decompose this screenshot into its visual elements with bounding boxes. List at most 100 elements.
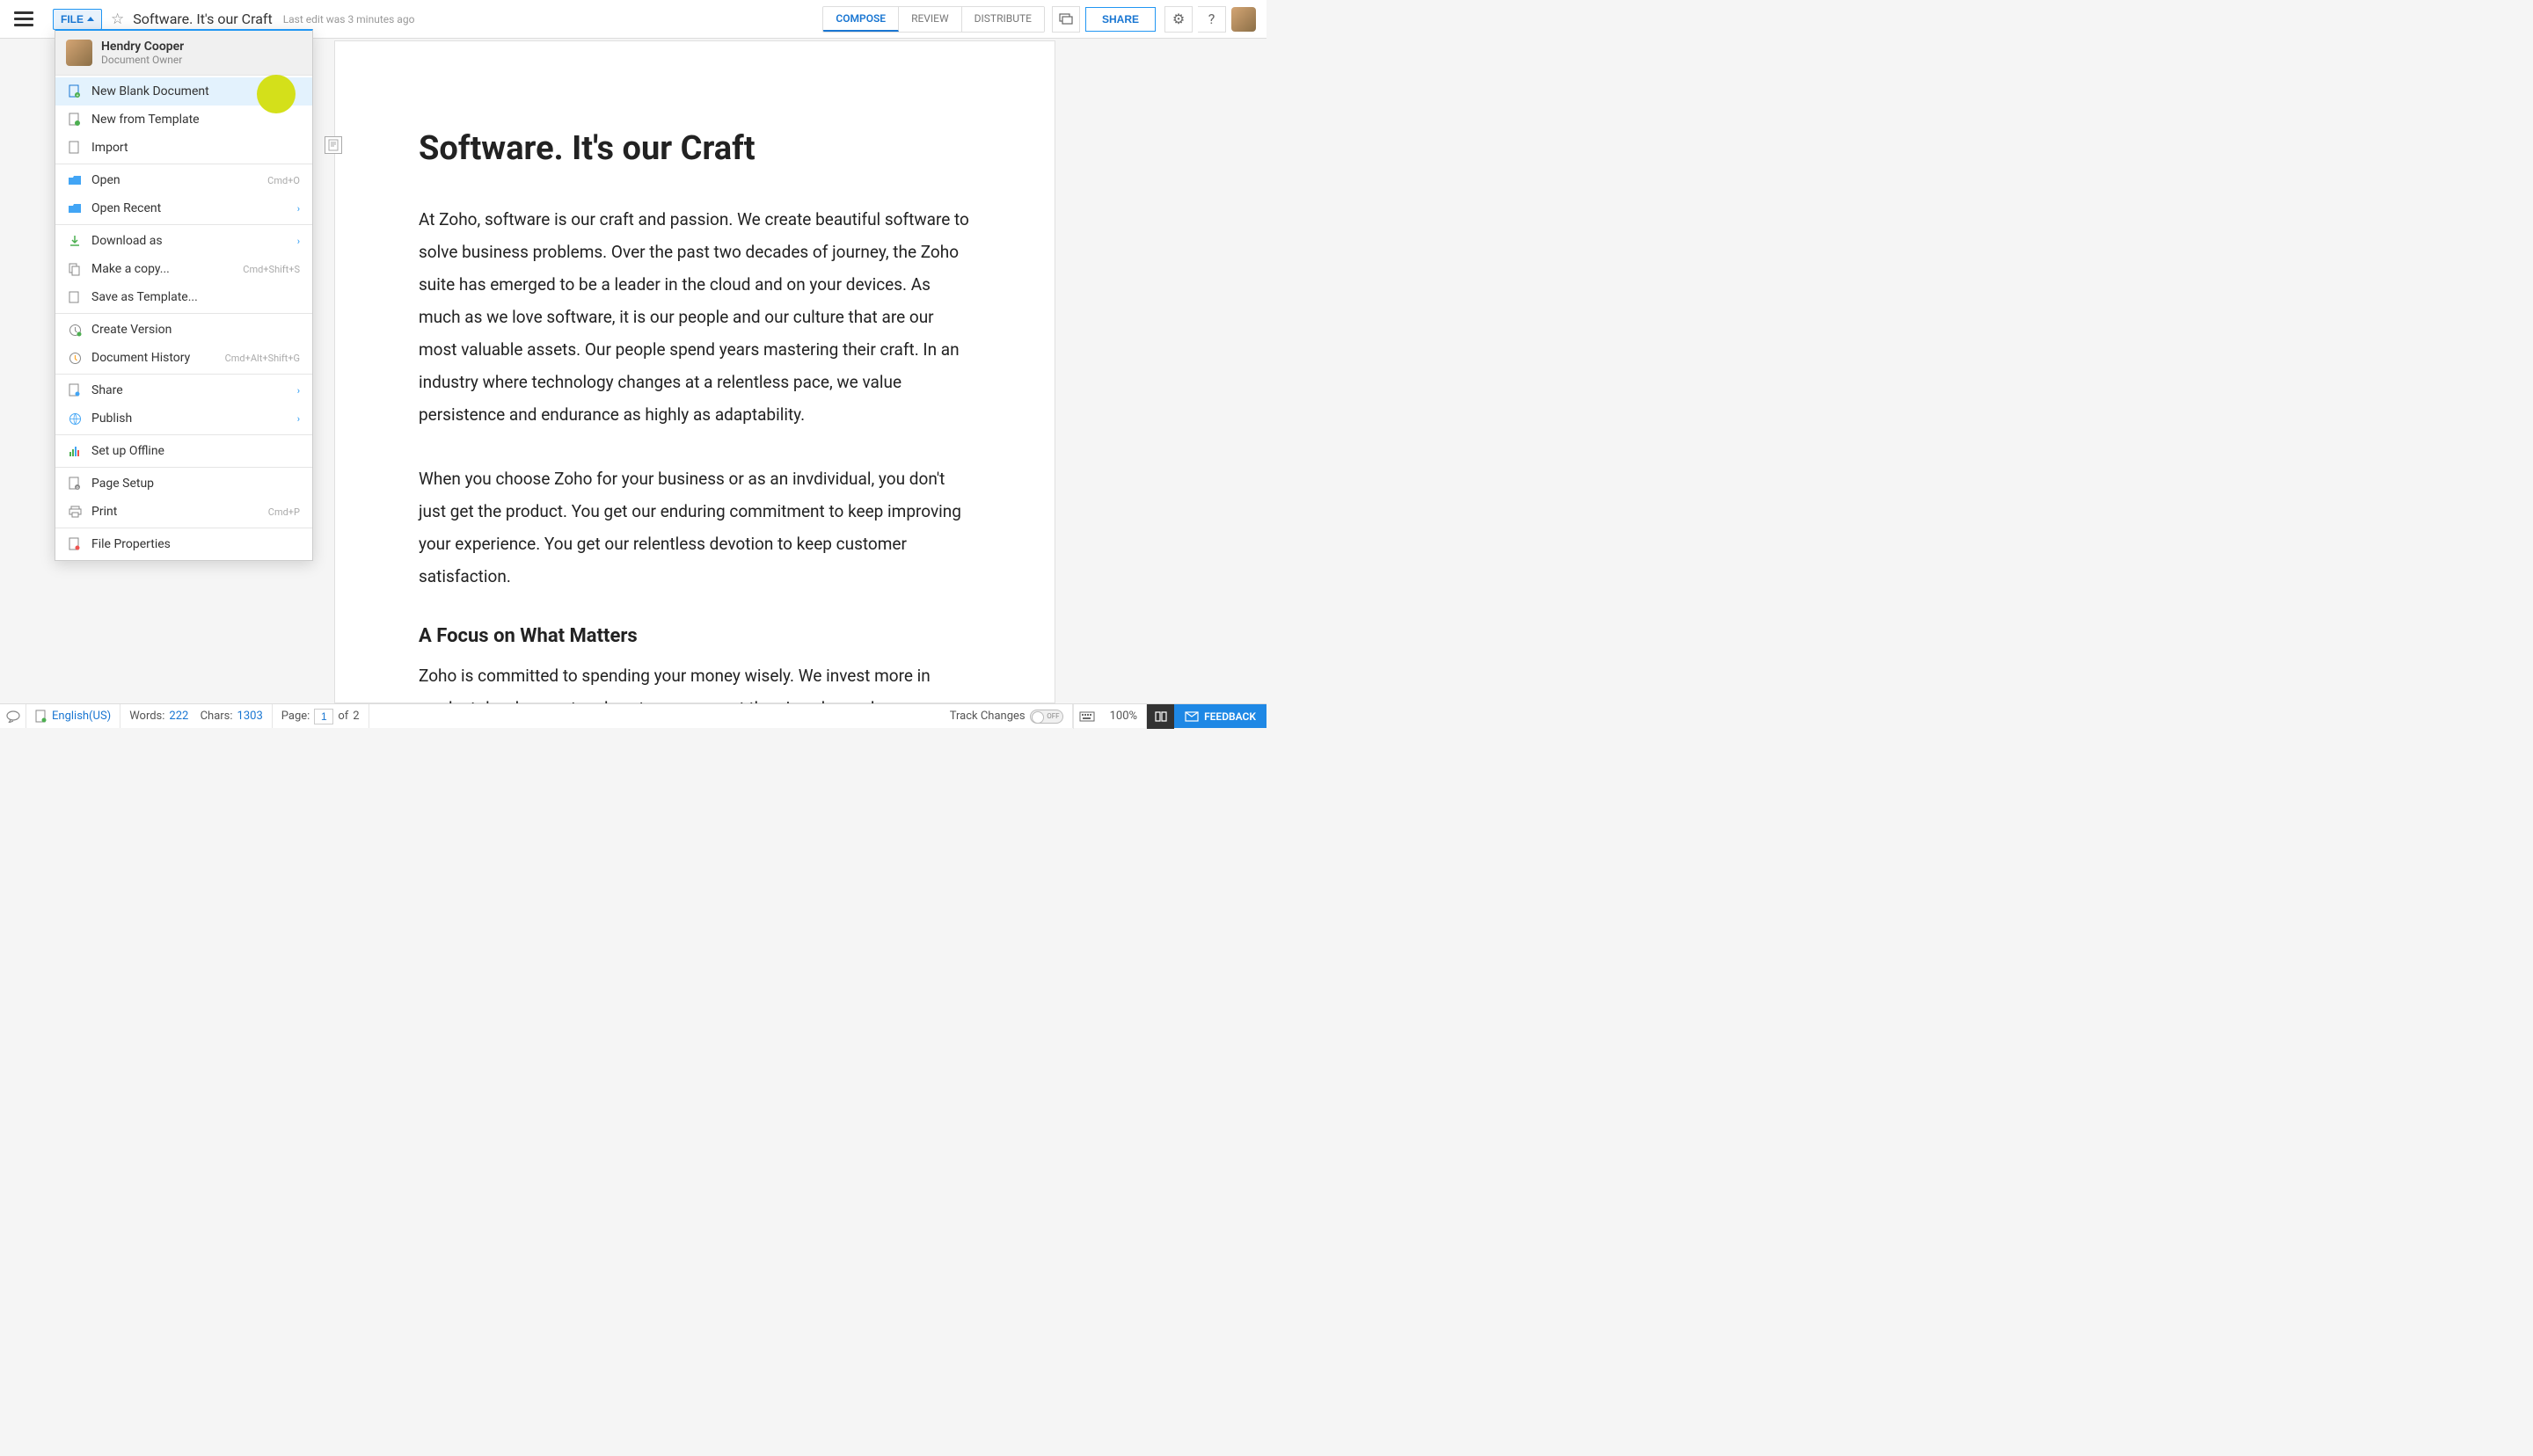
page-label: Page: bbox=[281, 710, 310, 723]
print-icon bbox=[68, 505, 82, 519]
shortcut: Cmd+Shift+S bbox=[243, 264, 300, 275]
menu-item-label: Share bbox=[91, 383, 123, 397]
menu-import[interactable]: Import bbox=[55, 134, 312, 162]
shortcut: Cmd+P bbox=[268, 506, 300, 518]
page-total: 2 bbox=[353, 710, 359, 723]
menu-item-label: New Blank Document bbox=[91, 84, 209, 98]
menu-item-label: Print bbox=[91, 505, 117, 519]
menu-make-copy[interactable]: Make a copy... Cmd+Shift+S bbox=[55, 255, 312, 283]
menu-publish[interactable]: Publish › bbox=[55, 404, 312, 433]
menu-item-label: Publish bbox=[91, 411, 132, 426]
menu-item-label: Import bbox=[91, 141, 128, 155]
menu-item-label: Open Recent bbox=[91, 201, 161, 215]
chat-icon[interactable] bbox=[0, 704, 26, 728]
menu-new-blank[interactable]: + New Blank Document bbox=[55, 77, 312, 106]
import-icon bbox=[68, 141, 82, 155]
menu-page-setup[interactable]: ⚙ Page Setup bbox=[55, 470, 312, 498]
star-icon[interactable]: ☆ bbox=[111, 11, 124, 28]
comments-icon[interactable] bbox=[1052, 6, 1080, 33]
help-icon[interactable]: ? bbox=[1198, 6, 1226, 33]
menu-new-template[interactable]: New from Template bbox=[55, 106, 312, 134]
publish-icon bbox=[68, 411, 82, 426]
menu-item-label: New from Template bbox=[91, 113, 200, 127]
menu-item-label: Create Version bbox=[91, 323, 172, 337]
file-menu: Hendry Cooper Document Owner + New Blank… bbox=[55, 29, 313, 561]
page-note-icon[interactable] bbox=[325, 136, 342, 154]
menu-print[interactable]: Print Cmd+P bbox=[55, 498, 312, 526]
gear-icon[interactable]: ⚙ bbox=[1164, 6, 1193, 33]
page-of-label: of bbox=[338, 710, 348, 723]
svg-text:+: + bbox=[77, 93, 79, 98]
document-paragraph: At Zoho, software is our craft and passi… bbox=[419, 203, 971, 431]
document-subheading: A Focus on What Matters bbox=[419, 625, 971, 647]
menu-open-recent[interactable]: Open Recent › bbox=[55, 194, 312, 222]
save-template-icon bbox=[68, 290, 82, 304]
menu-icon[interactable] bbox=[11, 8, 37, 30]
page-input[interactable] bbox=[314, 709, 333, 724]
offline-icon bbox=[68, 444, 82, 458]
language-label: English(US) bbox=[52, 710, 111, 723]
chevron-up-icon bbox=[87, 17, 94, 21]
reading-view-icon[interactable] bbox=[1146, 704, 1174, 729]
chars-value: 1303 bbox=[237, 710, 263, 723]
keyboard-icon[interactable] bbox=[1073, 704, 1101, 729]
page-setup-icon: ⚙ bbox=[68, 477, 82, 491]
topbar-right: COMPOSE REVIEW DISTRIBUTE SHARE ⚙ ? bbox=[822, 6, 1256, 33]
words-value: 222 bbox=[169, 710, 188, 723]
document-lang-icon bbox=[35, 710, 47, 724]
menu-create-version[interactable]: Create Version bbox=[55, 316, 312, 344]
menu-item-label: Download as bbox=[91, 234, 163, 248]
menu-save-template[interactable]: Save as Template... bbox=[55, 283, 312, 311]
menu-item-label: Document History bbox=[91, 351, 190, 365]
shortcut: Cmd+Alt+Shift+G bbox=[225, 353, 300, 364]
document-page[interactable]: Software. It's our Craft At Zoho, softwa… bbox=[334, 40, 1055, 703]
page-indicator[interactable]: Page: of 2 bbox=[273, 704, 369, 728]
tab-compose[interactable]: COMPOSE bbox=[823, 7, 899, 32]
menu-item-label: File Properties bbox=[91, 537, 171, 551]
avatar[interactable] bbox=[1231, 7, 1256, 32]
owner-role: Document Owner bbox=[101, 54, 184, 66]
chevron-right-icon: › bbox=[297, 203, 300, 215]
document-paragraph: When you choose Zoho for your business o… bbox=[419, 462, 971, 593]
share-button[interactable]: SHARE bbox=[1085, 7, 1156, 32]
menu-download-as[interactable]: Download as › bbox=[55, 227, 312, 255]
menu-share[interactable]: Share › bbox=[55, 376, 312, 404]
track-changes[interactable]: Track Changes OFF bbox=[941, 704, 1073, 728]
language-selector[interactable]: English(US) bbox=[26, 704, 120, 728]
feedback-label: FEEDBACK bbox=[1204, 710, 1256, 723]
document-title[interactable]: Software. It's our Craft bbox=[133, 11, 272, 27]
menu-file-properties[interactable]: File Properties bbox=[55, 530, 312, 558]
menu-item-label: Save as Template... bbox=[91, 290, 198, 304]
properties-icon bbox=[68, 537, 82, 551]
mode-tabs: COMPOSE REVIEW DISTRIBUTE bbox=[822, 6, 1045, 33]
zoom-value: 100% bbox=[1110, 710, 1137, 723]
zoom-level[interactable]: 100% bbox=[1101, 704, 1146, 728]
template-icon bbox=[68, 113, 82, 127]
tab-distribute[interactable]: DISTRIBUTE bbox=[962, 7, 1044, 32]
shortcut: Cmd+O bbox=[267, 175, 300, 186]
tab-review[interactable]: REVIEW bbox=[899, 7, 962, 32]
share-icon bbox=[68, 383, 82, 397]
document-plus-icon: + bbox=[68, 84, 82, 98]
word-count[interactable]: Words: 222 Chars: 1303 bbox=[120, 704, 273, 728]
file-label: FILE bbox=[61, 13, 84, 25]
menu-document-history[interactable]: Document History Cmd+Alt+Shift+G bbox=[55, 344, 312, 372]
track-changes-label: Track Changes bbox=[950, 710, 1026, 723]
owner-name: Hendry Cooper bbox=[101, 40, 184, 54]
svg-text:⚙: ⚙ bbox=[76, 485, 79, 490]
menu-setup-offline[interactable]: Set up Offline bbox=[55, 437, 312, 465]
owner-avatar bbox=[66, 40, 92, 66]
track-changes-toggle[interactable]: OFF bbox=[1030, 710, 1063, 724]
file-menu-button[interactable]: FILE bbox=[53, 9, 102, 30]
version-icon bbox=[68, 323, 82, 337]
document-paragraph: Zoho is committed to spending your money… bbox=[419, 659, 971, 703]
menu-owner: Hendry Cooper Document Owner bbox=[55, 31, 312, 75]
menu-open[interactable]: Open Cmd+O bbox=[55, 166, 312, 194]
folder-icon bbox=[68, 173, 82, 187]
feedback-button[interactable]: FEEDBACK bbox=[1174, 704, 1266, 728]
menu-item-label: Set up Offline bbox=[91, 444, 164, 458]
statusbar-right: Track Changes OFF 100% FEEDBACK bbox=[941, 704, 1266, 728]
folder-recent-icon bbox=[68, 201, 82, 215]
download-icon bbox=[68, 234, 82, 248]
chevron-right-icon: › bbox=[297, 385, 300, 397]
